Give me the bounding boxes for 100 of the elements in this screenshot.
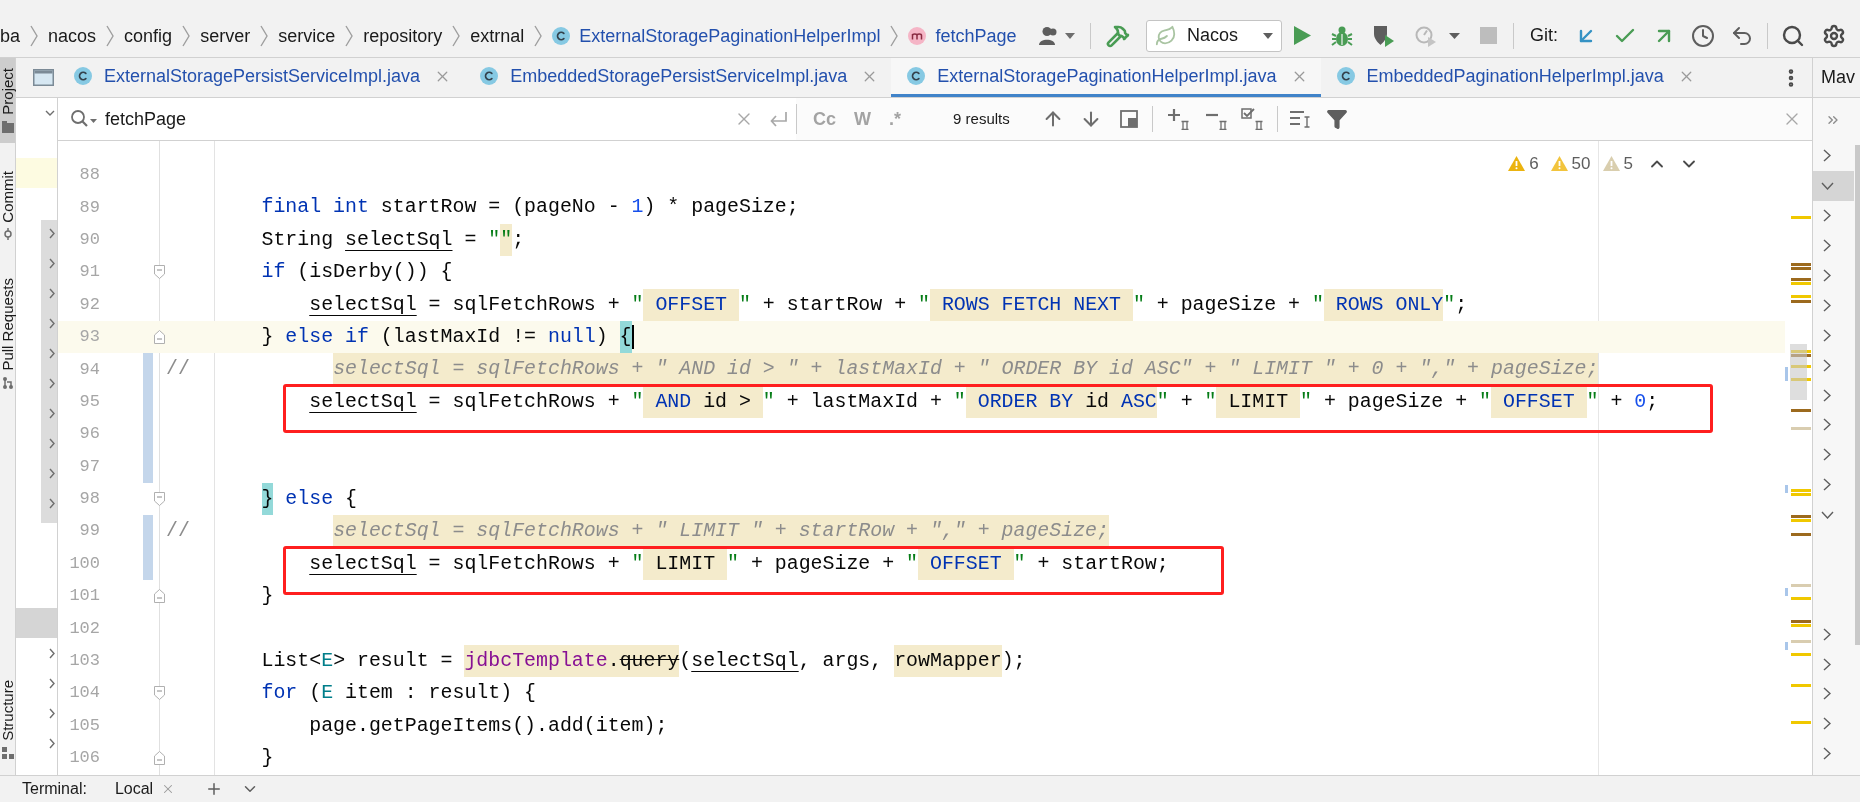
chevron-right-icon — [890, 24, 899, 47]
caret-icon[interactable] — [1263, 32, 1273, 39]
class-icon — [907, 67, 926, 85]
settings-icon[interactable] — [1822, 23, 1846, 48]
shield-play-icon[interactable] — [1373, 24, 1395, 47]
line-number: 98 — [79, 489, 100, 510]
line-number: 90 — [79, 229, 100, 250]
line-number: 104 — [69, 683, 100, 704]
lines-icon[interactable] — [1289, 110, 1312, 128]
caret-icon[interactable] — [1449, 32, 1460, 39]
editor-tab[interactable]: ExternalStoragePaginationHelperImpl.java — [891, 58, 1321, 97]
editor-tab[interactable]: EmbeddedStoragePersistServiceImpl.java — [464, 58, 892, 97]
breadcrumb-item[interactable]: fetchPage — [908, 23, 1017, 48]
structure-icon — [1, 747, 14, 759]
line-number: 106 — [69, 748, 100, 769]
breadcrumb-item[interactable]: config — [124, 23, 173, 48]
code-line: // selectSql = sqlFetchRows + " LIMIT " + startRow + "," + pageSize; — [166, 515, 1109, 548]
tool-window-button[interactable]: Project — [0, 58, 15, 143]
code-line: String selectSql = ""; — [261, 223, 525, 257]
fold-marker-icon[interactable] — [154, 589, 165, 604]
tool-window-tab[interactable]: Mav — [1821, 64, 1855, 91]
code-line: final int startRow = (pageNo - 1) * pageSize; — [261, 194, 799, 221]
code-line: selectSql = sqlFetchRows + " AND id > " + lastMaxId + " ORDER BY id ASC" + " LIMIT " + pageSize + " OFFSET " + 0; — [309, 385, 1659, 419]
add-occurrence-icon[interactable] — [1166, 108, 1191, 130]
editor-tab[interactable]: ExternalStoragePersistServiceImpl.java — [58, 58, 465, 97]
line-number: 88 — [79, 165, 100, 186]
line-number: 103 — [69, 651, 100, 672]
line-number: 105 — [69, 715, 100, 736]
breadcrumb-item[interactable]: ExternalStoragePaginationHelperImpl — [552, 23, 881, 48]
fold-marker-icon[interactable] — [154, 330, 165, 345]
scrollbar-thumb[interactable] — [1790, 344, 1807, 400]
window-icon[interactable] — [1119, 110, 1138, 128]
code-line: selectSql = sqlFetchRows + " OFFSET " + startRow + " ROWS FETCH NEXT " + pageSize + " ROWS ONLY"; — [309, 288, 1468, 321]
bug-icon[interactable] — [1331, 24, 1353, 47]
code-line: // selectSql = sqlFetchRows + " AND id > " + lastMaxId + " ORDER BY id ASC" + " LIMIT " + 0 + "," + pageSize; — [166, 353, 1599, 386]
breadcrumb-item[interactable]: ba — [0, 23, 21, 48]
chevron-right-icon — [182, 24, 191, 47]
hammer-icon[interactable] — [1106, 23, 1130, 48]
line-number: 102 — [69, 618, 100, 639]
chevron-right-icon — [345, 24, 354, 47]
filter-icon[interactable] — [1325, 108, 1348, 130]
select-occurrences-icon[interactable] — [1240, 108, 1265, 130]
breadcrumb-item[interactable]: service — [278, 23, 336, 48]
breadcrumb-item[interactable]: extrnal — [470, 23, 525, 48]
fold-marker-icon[interactable] — [154, 492, 165, 507]
scrollbar-thumb[interactable] — [1855, 145, 1860, 645]
breadcrumb-item[interactable]: nacos — [48, 23, 97, 48]
terminal-tab[interactable]: Local — [114, 777, 176, 801]
scrollbar-thumb[interactable] — [41, 220, 57, 523]
line-number: 101 — [69, 586, 100, 607]
class-icon — [74, 67, 92, 85]
line-number: 91 — [79, 262, 100, 283]
fold-marker-icon[interactable] — [154, 686, 165, 701]
line-number: 93 — [79, 327, 100, 348]
code-line: } else if (lastMaxId != null) { — [261, 320, 632, 354]
line-number: 99 — [79, 521, 100, 542]
run-icon[interactable] — [1294, 26, 1311, 45]
line-number: 94 — [79, 359, 100, 380]
search-icon[interactable] — [70, 109, 97, 129]
class-icon — [1336, 67, 1355, 85]
folder-icon — [1, 120, 14, 133]
fold-marker-icon[interactable] — [154, 751, 165, 766]
clock-icon[interactable] — [1691, 23, 1715, 48]
vcs-label: Git: — [1530, 24, 1558, 47]
search-icon[interactable] — [1781, 23, 1805, 48]
code-line: if (isDerby()) { — [261, 259, 453, 286]
code-line: List<E> result = jdbcTemplate.query(selectSql, args, rowMapper); — [261, 644, 1026, 678]
line-number: 95 — [79, 391, 100, 412]
result-count: 9 results — [953, 108, 1010, 129]
code-line: page.getPageItems().add(item); — [309, 712, 668, 739]
problem-count: 50 — [1571, 153, 1591, 175]
tool-window-button[interactable]: Pull Requests — [0, 268, 15, 399]
breadcrumb-item[interactable]: repository — [363, 23, 443, 48]
class-icon — [480, 67, 499, 85]
caret-icon[interactable] — [1065, 32, 1075, 39]
search-field[interactable]: fetchPage — [58, 98, 796, 140]
code-line: } else { — [261, 482, 357, 516]
branch-icon — [1, 376, 14, 389]
code-line: } — [261, 583, 274, 610]
line-number: 97 — [79, 456, 100, 477]
leaf-icon — [1155, 24, 1177, 47]
window-layout-icon[interactable] — [33, 69, 54, 86]
line-number: 89 — [79, 197, 100, 218]
text-caret — [631, 324, 634, 349]
code-line: for (E item : result) { — [261, 680, 537, 707]
tool-window-title: Terminal: — [22, 779, 87, 799]
tool-window-button[interactable]: Commit — [0, 160, 15, 251]
chevron-right-icon — [452, 24, 461, 47]
line-number: 92 — [79, 294, 100, 315]
editor-tab[interactable]: EmbeddedPaginationHelperImpl.java — [1320, 58, 1708, 97]
class-icon — [552, 26, 571, 45]
chevron-right-icon — [106, 24, 115, 47]
line-number: 96 — [79, 424, 100, 445]
line-number: 100 — [69, 553, 100, 574]
tool-window-button[interactable]: Structure — [0, 670, 15, 769]
run-configuration-dropdown[interactable]: Nacos — [1146, 19, 1282, 52]
breadcrumb-item[interactable]: server — [200, 23, 251, 48]
code-line: } — [261, 745, 274, 772]
fold-marker-icon[interactable] — [154, 265, 165, 280]
code-line: selectSql = sqlFetchRows + " LIMIT " + pageSize + " OFFSET " + startRow; — [309, 547, 1169, 581]
